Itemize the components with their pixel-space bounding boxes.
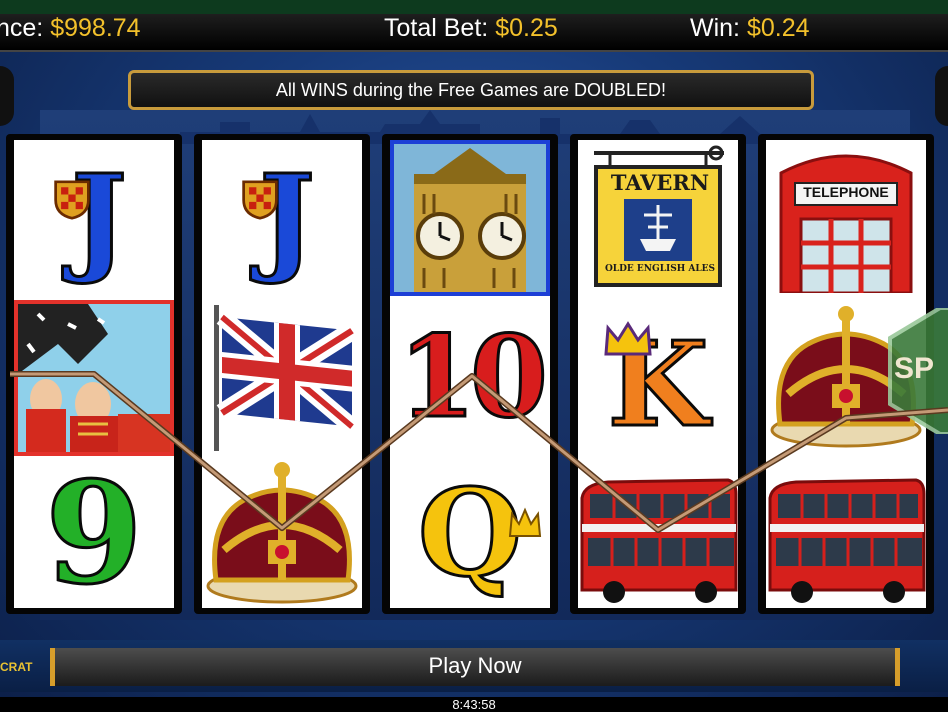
symbol-ten-red: 10 [390,300,550,456]
bus-icon [768,478,926,603]
reel-4-window: TAVERN OLDE ENGLISH ALES K [578,140,738,608]
symbol-jack-blue: J [202,140,362,296]
shield-icon [242,180,278,220]
win-label: Win: [690,14,740,42]
reel-2: J [194,134,370,614]
top-accent-strip [0,0,948,14]
total-bet-label: Total Bet: [384,14,489,42]
symbol-royal-guards [14,300,174,456]
symbol-nine-green: 9 [14,456,174,612]
symbol-double-decker-bus [578,456,738,612]
big-ben-icon [394,144,546,292]
ten-numeral: 10 [397,312,550,443]
symbol-tavern-sign: TAVERN OLDE ENGLISH ALES [578,140,738,296]
symbol-union-jack-flag [202,300,362,456]
balance-display: nce: $998.74 [0,14,141,43]
provider-logo: CRAT [0,660,33,674]
symbol-queen-yellow: Q [390,456,550,612]
symbol-double-decker-bus [766,456,926,612]
game-scene: nce: $998.74 Total Bet: $0.25 Win: $0.24… [0,0,948,712]
left-arrow-edge[interactable] [0,66,14,126]
small-crown-icon [604,321,652,356]
small-crown-icon [508,507,542,537]
reel-1-window: J 9 [14,140,174,608]
reel-3: 10 Q [382,134,558,614]
bus-icon [580,478,738,603]
union-jack-flag-icon [214,305,358,451]
play-now-button[interactable]: Play Now [50,648,900,686]
crown-icon [206,462,358,604]
telephone-sign-text: TELEPHONE [803,184,889,200]
balance-value: $998.74 [50,14,141,42]
reel-3-window: 10 Q [390,140,550,608]
symbol-king-orange: K [578,300,738,456]
shield-icon [54,180,90,220]
royal-guards-icon [18,304,170,452]
tavern-title: TAVERN [610,170,710,195]
symbol-telephone-box: TELEPHONE [766,140,926,296]
reel-2-window: J [202,140,362,608]
right-arrow-edge[interactable] [935,66,948,126]
win-display: Win: $0.24 [690,14,810,43]
symbol-jack-blue: J [14,140,174,296]
balance-label: nce: [0,14,44,42]
total-bet-display: Total Bet: $0.25 [384,14,558,43]
symbol-big-ben [390,140,550,296]
spin-button[interactable]: SP [880,306,948,436]
symbol-crown [202,456,362,612]
telephone-box-icon [779,154,913,293]
free-games-banner: All WINS during the Free Games are DOUBL… [128,70,814,110]
total-bet-value: $0.25 [495,14,558,42]
reel-1: J 9 [6,134,182,614]
clock-time: 8:43:58 [452,697,496,712]
nine-numeral: 9 [44,452,144,616]
tavern-subtitle: OLDE ENGLISH ALES [604,264,716,274]
reel-4: TAVERN OLDE ENGLISH ALES K [570,134,746,614]
win-value: $0.24 [746,14,810,42]
queen-letter: Q [416,463,524,604]
spin-text: SP [894,352,935,385]
